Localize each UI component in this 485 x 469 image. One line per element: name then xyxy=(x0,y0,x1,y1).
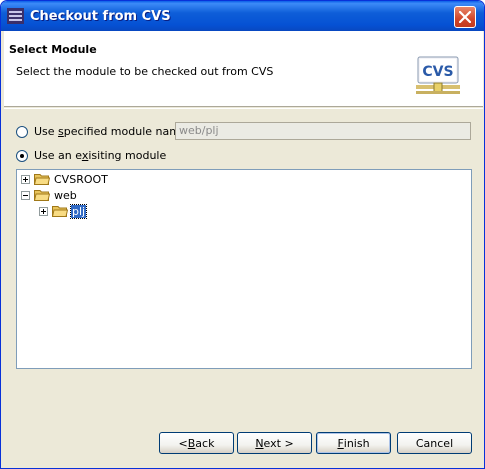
use-specified-module-label: Use specified module name: xyxy=(34,125,191,138)
cancel-button[interactable]: Cancel xyxy=(397,432,472,454)
title-bar[interactable]: Checkout from CVS xyxy=(1,1,484,31)
radio-specified[interactable] xyxy=(16,125,28,138)
radio-existing[interactable] xyxy=(16,149,28,162)
tree-node-web[interactable]: web xyxy=(21,188,78,202)
tree-node-label: CVSROOT xyxy=(54,172,108,186)
tree-node-cvsroot[interactable]: CVSROOT xyxy=(21,172,109,186)
module-name-input[interactable]: web/plj xyxy=(175,122,471,140)
module-tree[interactable]: CVSROOT web plj xyxy=(16,169,472,369)
header-divider xyxy=(4,108,483,109)
expand-icon[interactable] xyxy=(21,174,30,184)
cvs-logo-icon: CVS xyxy=(416,56,460,94)
folder-icon xyxy=(52,206,68,217)
close-button[interactable] xyxy=(454,6,476,28)
use-specified-module-radio[interactable]: Use specified module name: xyxy=(16,125,190,138)
window-title: Checkout from CVS xyxy=(30,9,171,24)
collapse-icon[interactable] xyxy=(21,190,30,200)
tree-node-label: plj xyxy=(69,203,88,219)
close-icon xyxy=(459,11,471,23)
wizard-header: Select Module Select the module to be ch… xyxy=(4,31,483,107)
svg-text:CVS: CVS xyxy=(422,64,453,80)
open-folder-icon xyxy=(34,190,50,201)
use-existing-module-radio[interactable]: Use an exisiting module xyxy=(16,149,166,162)
checkout-dialog: Checkout from CVS Select Module Select t… xyxy=(0,0,485,469)
folder-icon xyxy=(34,174,50,185)
page-title: Select Module xyxy=(9,43,97,56)
eclipse-icon xyxy=(7,8,24,24)
use-existing-module-label: Use an exisiting module xyxy=(34,149,167,162)
next-button[interactable]: Next > xyxy=(237,432,312,454)
page-description: Select the module to be checked out from… xyxy=(16,65,274,78)
tree-node-label: web xyxy=(54,188,77,202)
finish-button[interactable]: Finish xyxy=(316,432,391,454)
back-button[interactable]: < Back xyxy=(159,432,234,454)
expand-icon[interactable] xyxy=(39,206,48,216)
tree-node-plj[interactable]: plj xyxy=(39,203,88,219)
